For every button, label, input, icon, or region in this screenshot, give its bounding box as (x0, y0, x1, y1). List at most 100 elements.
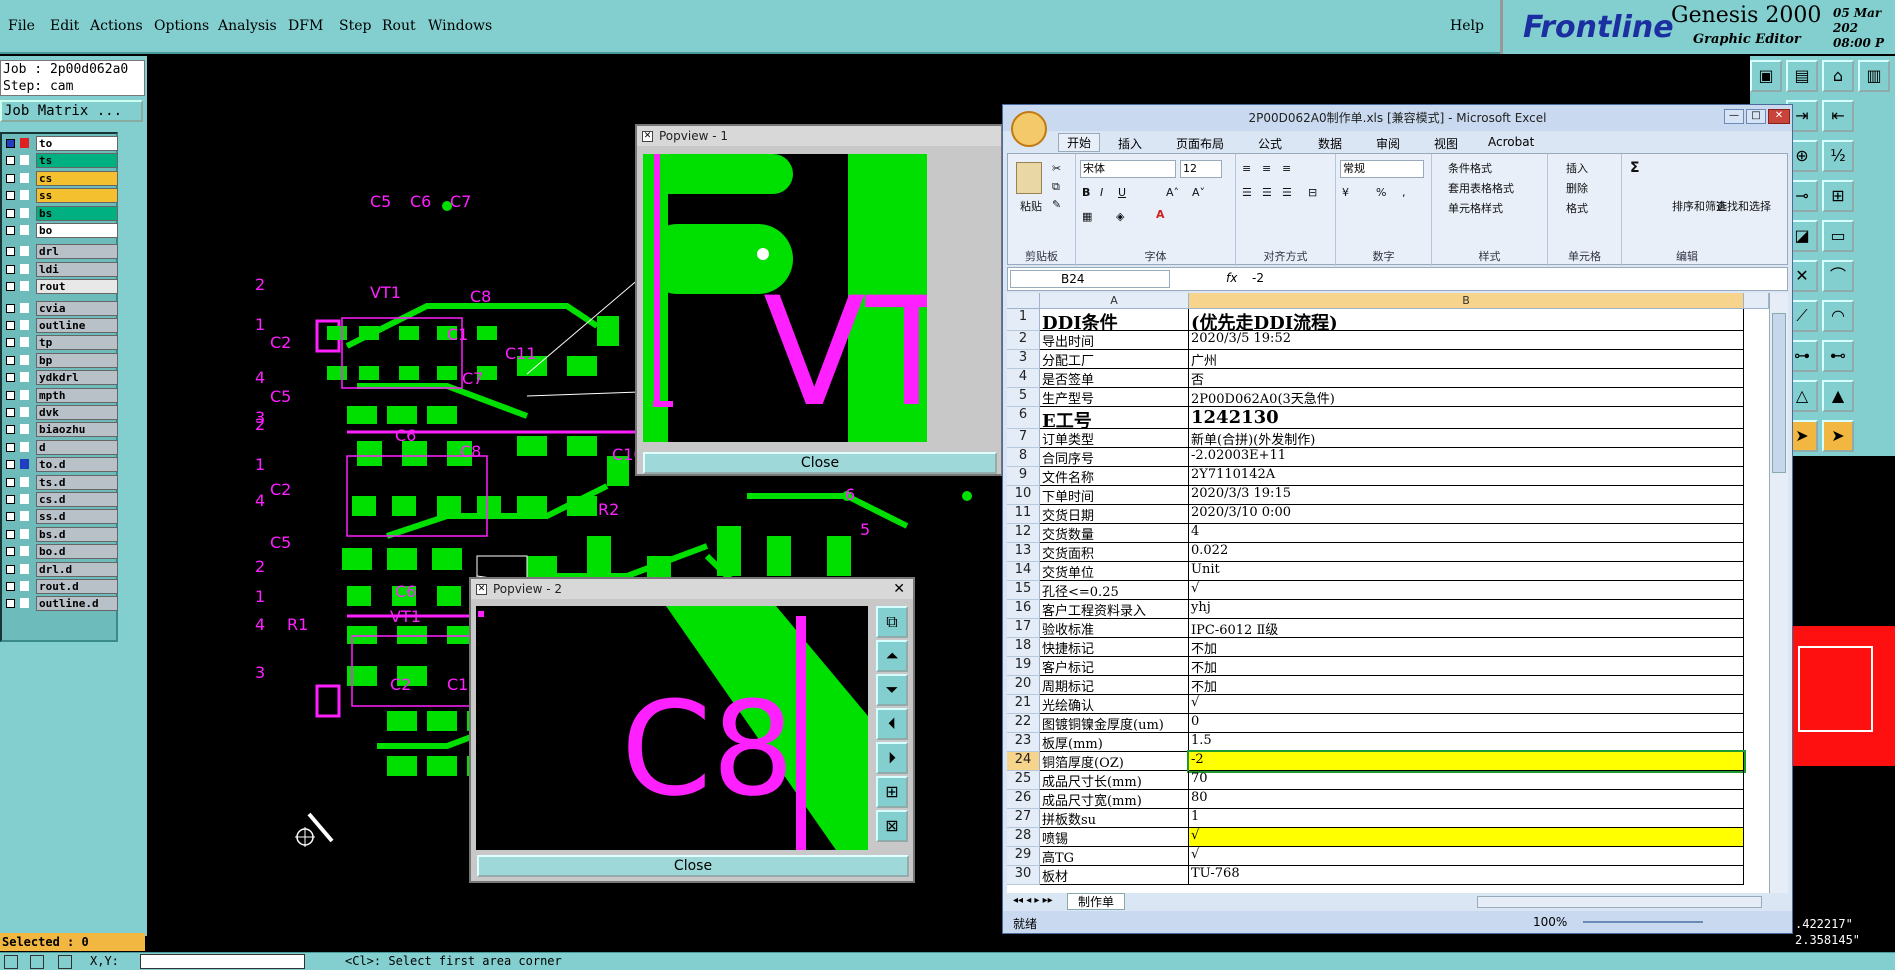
layer-row[interactable]: ss (4, 188, 118, 204)
layer-row[interactable]: outline (4, 318, 118, 333)
cut-icon[interactable]: ✂ (1052, 162, 1061, 175)
zoom-out-icon[interactable]: ⊠ (876, 810, 908, 842)
tab-nav-icon[interactable]: ◂◂ ◂ ▸ ▸▸ (1013, 895, 1053, 906)
layer-name[interactable]: to.d (36, 457, 118, 473)
layer-row[interactable]: ydkdrl (4, 370, 118, 386)
layer-checkbox[interactable] (6, 460, 15, 470)
layer-row[interactable]: ts.d (4, 474, 118, 490)
layer-row[interactable]: ts (4, 153, 118, 169)
layer-color-swatch[interactable] (20, 246, 29, 257)
layer-checkbox[interactable] (6, 564, 15, 574)
layer-name[interactable]: ldi (36, 261, 118, 277)
cell-a[interactable]: 文件名称 (1040, 467, 1189, 486)
tool-icon-8[interactable]: ½ (1822, 140, 1854, 172)
layer-color-swatch[interactable] (20, 546, 29, 557)
cell-a[interactable]: DDI条件 (1040, 309, 1189, 331)
row-number[interactable]: 24 (1007, 752, 1040, 771)
layer-color-swatch[interactable] (20, 337, 29, 348)
percent-icon[interactable]: % (1376, 186, 1386, 199)
cell-a[interactable]: 高TG (1040, 847, 1189, 866)
layer-name[interactable]: mpth (36, 387, 118, 403)
layer-row[interactable]: ss.d (4, 509, 118, 525)
layer-name[interactable]: bo (36, 223, 118, 238)
layer-checkbox[interactable] (6, 156, 15, 166)
cell-a[interactable]: 导出时间 (1040, 331, 1189, 350)
layer-color-swatch[interactable] (20, 476, 29, 487)
layer-checkbox[interactable] (6, 321, 15, 330)
layer-color-swatch[interactable] (20, 225, 29, 235)
layer-checkbox[interactable] (6, 582, 15, 591)
layer-row[interactable]: cs.d (4, 492, 118, 507)
layer-color-swatch[interactable] (20, 138, 29, 148)
close-icon[interactable]: ✕ (1768, 109, 1790, 124)
layer-name[interactable]: d (36, 439, 118, 455)
row-number[interactable]: 27 (1007, 809, 1040, 828)
layer-row[interactable]: bo.d (4, 544, 118, 560)
popview-1-window[interactable]: Popview - 1 ✕ VT Close (635, 124, 1003, 476)
layer-color-swatch[interactable] (20, 528, 29, 539)
layer-color-swatch[interactable] (20, 389, 29, 400)
cell-b[interactable]: Unit (1189, 562, 1744, 581)
tool-icon-10[interactable]: ⊞ (1822, 180, 1854, 212)
row-number[interactable]: 21 (1007, 695, 1040, 714)
cell-b[interactable]: √ (1189, 581, 1744, 600)
align-top-icon[interactable]: ≡ (1242, 162, 1251, 175)
pointer-icon-2[interactable]: ➤ (1822, 420, 1854, 452)
layer-color-swatch[interactable] (20, 424, 29, 435)
shrink-font-icon[interactable]: A˅ (1192, 186, 1205, 199)
cell-b[interactable]: 新单(合拼)(外发制作) (1189, 429, 1744, 448)
cell-b[interactable]: √ (1189, 828, 1744, 847)
tool-icon-18[interactable]: ⊷ (1822, 340, 1854, 372)
layer-color-swatch[interactable] (20, 155, 29, 166)
cell-b[interactable]: 不加 (1189, 676, 1744, 695)
find-select-button[interactable]: 查找和选择 (1716, 198, 1771, 214)
tool-icon-20[interactable]: ▲ (1822, 380, 1854, 412)
layer-name[interactable]: ts.d (36, 474, 118, 490)
layer-checkbox[interactable] (6, 512, 15, 522)
row-number[interactable]: 30 (1007, 866, 1040, 885)
cell-b[interactable]: 不加 (1189, 638, 1744, 657)
cell-a[interactable]: 分配工厂 (1040, 350, 1189, 369)
pan-up-icon[interactable]: ⏶ (876, 640, 908, 672)
autosum-button[interactable]: Σ (1630, 160, 1640, 176)
cell-b[interactable]: √ (1189, 695, 1744, 714)
layer-checkbox[interactable] (6, 442, 15, 452)
zoom-fit-icon[interactable]: ⧉ (876, 606, 908, 638)
cell-b[interactable]: 1.5 (1189, 733, 1744, 752)
layer-color-swatch[interactable] (20, 207, 29, 218)
row-number[interactable]: 22 (1007, 714, 1040, 733)
row-number[interactable]: 17 (1007, 619, 1040, 638)
comma-icon[interactable]: , (1402, 186, 1406, 199)
ribbon-tab[interactable]: 数据 (1318, 135, 1342, 152)
cell-b[interactable]: 0 (1189, 714, 1744, 733)
cell-b[interactable]: 2Y7110142A (1189, 467, 1744, 486)
layer-checkbox[interactable] (6, 191, 15, 201)
layer-color-swatch[interactable] (20, 581, 29, 591)
layer-color-swatch[interactable] (20, 302, 29, 313)
cell-b[interactable]: 1 (1189, 809, 1744, 828)
cell-b[interactable]: 否 (1189, 369, 1744, 388)
layer-row[interactable]: bs (4, 205, 118, 221)
layer-checkbox[interactable] (6, 247, 15, 257)
layer-name[interactable]: bs.d (36, 526, 118, 542)
corner-cell[interactable] (1007, 293, 1040, 309)
layer-checkbox[interactable] (6, 226, 15, 235)
cell-a[interactable]: 图镀铜镍金厚度(um) (1040, 714, 1189, 733)
layer-checkbox[interactable] (6, 390, 15, 400)
cell-a[interactable]: 交货日期 (1040, 505, 1189, 524)
cell-style-button[interactable]: 单元格样式 (1448, 200, 1503, 216)
layer-color-swatch[interactable] (20, 494, 29, 504)
menu-step[interactable]: Step (339, 18, 371, 34)
ribbon-tab[interactable]: 插入 (1118, 135, 1142, 152)
layer-checkbox[interactable] (6, 425, 15, 435)
cell-a[interactable]: 板材 (1040, 866, 1189, 885)
layer-color-swatch[interactable] (20, 354, 29, 365)
layer-name[interactable]: cvia (36, 300, 118, 316)
number-format-select[interactable]: 常规 (1340, 160, 1424, 178)
row-number[interactable]: 5 (1007, 388, 1040, 407)
ribbon-tab[interactable]: 视图 (1434, 135, 1458, 152)
cell-a[interactable]: E工号 (1040, 407, 1189, 429)
tool-icon-2[interactable]: ▤ (1786, 60, 1818, 92)
layer-name[interactable]: bo.d (36, 544, 118, 560)
cell-a[interactable]: 周期标记 (1040, 676, 1189, 695)
